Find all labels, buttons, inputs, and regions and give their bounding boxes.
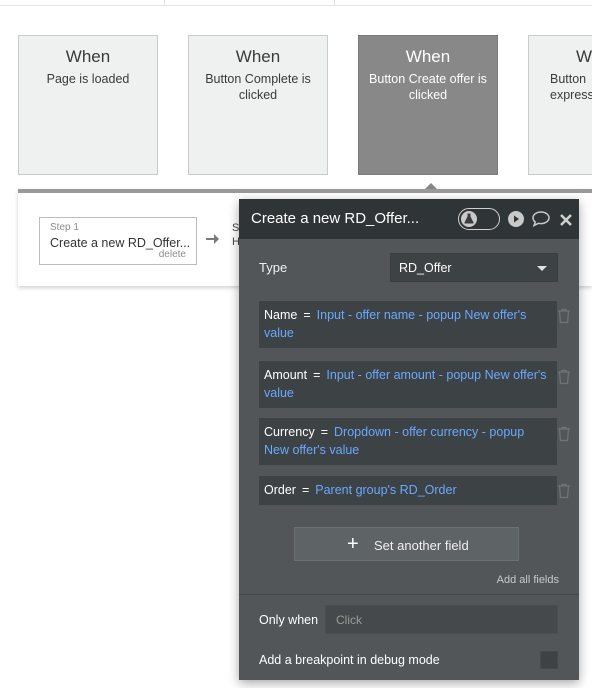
field-row-amount[interactable]: Amount = Input - offer amount - popup New … [259, 361, 557, 408]
step-delete-link[interactable]: delete [159, 249, 186, 260]
trash-icon[interactable] [557, 308, 571, 324]
top-strip-segment [165, 0, 335, 6]
panel-header: Create a new RD_Offer... [239, 199, 579, 239]
event-when-label: W [576, 47, 592, 66]
event-button-create-offer[interactable]: When Button Create offer is clicked [358, 35, 498, 175]
event-button-complete[interactable]: When Button Complete is clicked [188, 35, 328, 175]
field-equals: = [301, 483, 310, 497]
event-description: Button express [550, 72, 592, 102]
set-another-field-button[interactable]: + Set another field [294, 527, 519, 561]
top-strip [0, 0, 592, 6]
comment-icon[interactable] [531, 210, 551, 228]
set-another-field-label: Set another field [374, 538, 469, 553]
field-name: Name [264, 308, 298, 322]
close-icon[interactable] [558, 210, 576, 228]
event-page-loaded[interactable]: When Page is loaded [18, 35, 158, 175]
panel-divider [239, 594, 579, 595]
event-description: Page is loaded [46, 72, 130, 86]
only-when-input[interactable]: Click [325, 605, 558, 634]
event-when-label: When [405, 47, 451, 66]
step-number: Step 1 [50, 222, 79, 233]
field-row-currency[interactable]: Currency = Dropdown - offer currency - pop… [259, 418, 557, 465]
type-label: Type [259, 260, 288, 275]
field-row-name[interactable]: Name = Input - offer name - popup New offe… [259, 301, 557, 348]
field-name: Order [264, 483, 296, 497]
field-equals: = [320, 425, 329, 439]
debug-toggle-icon [461, 211, 477, 227]
type-dropdown[interactable]: RD_Offer [390, 253, 558, 282]
step-1-card[interactable]: Step 1 Create a new RD_Offer... delete [39, 217, 197, 265]
field-row-order[interactable]: Order = Parent group's RD_Order [259, 476, 557, 505]
only-when-placeholder: Click [336, 613, 362, 627]
event-when-label: When [235, 47, 281, 66]
debug-toggle[interactable] [458, 208, 500, 230]
panel-title: Create a new RD_Offer... [251, 210, 420, 227]
trash-icon[interactable] [557, 369, 571, 385]
chevron-down-icon [537, 266, 547, 271]
type-value: RD_Offer [399, 261, 452, 275]
event-button-express[interactable]: W Button express [528, 35, 592, 175]
event-description: Button Complete is clicked [205, 72, 311, 102]
breakpoint-checkbox[interactable] [540, 651, 558, 669]
plus-icon: + [347, 533, 359, 555]
event-when-label: When [65, 47, 111, 66]
field-name: Amount [264, 368, 308, 382]
step-title: Create a new RD_Offer... [50, 236, 191, 250]
breakpoint-label: Add a breakpoint in debug mode [259, 653, 440, 667]
play-icon[interactable] [507, 210, 525, 228]
trash-icon[interactable] [557, 426, 571, 442]
event-description: Button Create offer is clicked [369, 72, 487, 102]
trash-icon[interactable] [557, 483, 571, 499]
field-expression[interactable]: Parent group's RD_Order [315, 483, 456, 497]
top-strip-segment [0, 0, 165, 6]
action-properties-panel: Create a new RD_Offer... Type RD_Offer N… [239, 199, 579, 680]
field-equals: = [313, 368, 321, 382]
arrow-right-icon [205, 232, 219, 251]
field-equals: = [303, 308, 311, 322]
add-all-fields-link[interactable]: Add all fields [497, 574, 559, 586]
field-name: Currency [264, 425, 315, 439]
only-when-label: Only when [259, 613, 319, 627]
